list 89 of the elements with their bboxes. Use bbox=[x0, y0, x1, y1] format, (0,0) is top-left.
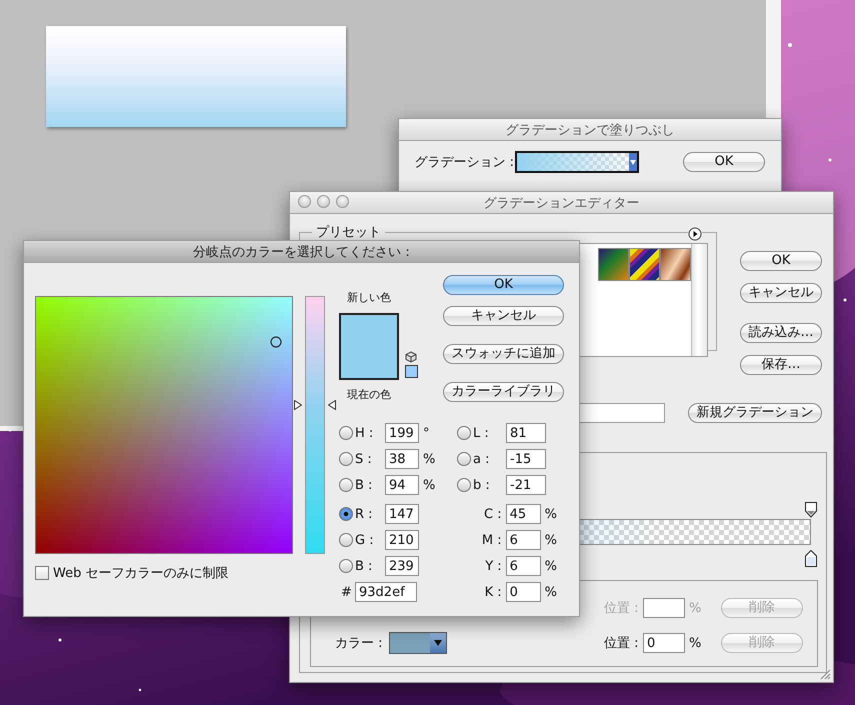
unit-label: % bbox=[423, 452, 436, 466]
group-label: プリセット bbox=[315, 224, 382, 241]
unit-label: % bbox=[423, 478, 436, 492]
channel-label: M : bbox=[480, 532, 503, 548]
channel-label: Y : bbox=[484, 558, 503, 574]
channel-label: H : bbox=[354, 426, 374, 440]
channel-label: G : bbox=[354, 532, 375, 548]
color-field[interactable] bbox=[35, 296, 293, 554]
radio-button[interactable] bbox=[339, 426, 353, 440]
gradient-dropdown[interactable] bbox=[515, 151, 639, 173]
window-title: 分岐点のカラーを選択してください : bbox=[193, 244, 410, 260]
window-button[interactable] bbox=[298, 195, 311, 208]
color-swatch[interactable] bbox=[404, 364, 418, 378]
preset-swatch[interactable] bbox=[598, 248, 629, 281]
checkbox[interactable] bbox=[35, 566, 49, 580]
resize-grip-icon[interactable] bbox=[820, 669, 831, 680]
unit-label: % bbox=[688, 600, 702, 616]
radio-button[interactable] bbox=[339, 452, 353, 466]
radio-button[interactable] bbox=[339, 478, 353, 492]
channel-field[interactable]: 147 bbox=[385, 504, 419, 524]
position-label: 位置 : bbox=[604, 635, 640, 652]
radio-button[interactable] bbox=[457, 478, 471, 492]
channel-field[interactable]: 45 bbox=[506, 504, 541, 524]
color-preview bbox=[339, 312, 399, 380]
dialog-button[interactable]: 保存… bbox=[740, 355, 822, 375]
dialog-button[interactable]: キャンセル bbox=[443, 306, 564, 326]
color-marker-icon[interactable] bbox=[270, 336, 282, 348]
hex-field[interactable]: 93d2ef bbox=[355, 582, 417, 602]
channel-field[interactable]: 239 bbox=[385, 556, 419, 576]
channel-label: B : bbox=[354, 478, 374, 492]
current-color-label: 現在の色 bbox=[346, 387, 392, 402]
window-title: グラデーションエディター bbox=[484, 194, 640, 212]
gradient-label: グラデーション : bbox=[413, 154, 514, 171]
radio-button[interactable] bbox=[339, 533, 353, 547]
channel-field[interactable]: -21 bbox=[506, 475, 546, 495]
unit-label: % bbox=[544, 584, 557, 600]
unit-label: % bbox=[544, 506, 557, 522]
color-stop-icon[interactable] bbox=[804, 550, 818, 567]
slider-thumb[interactable] bbox=[294, 400, 336, 410]
channel-label: C : bbox=[483, 506, 503, 522]
unit-label: % bbox=[688, 636, 702, 650]
position-field[interactable]: 0 bbox=[643, 633, 685, 653]
cube-icon[interactable] bbox=[405, 350, 417, 363]
preset-swatch[interactable] bbox=[660, 248, 691, 281]
channel-label: S : bbox=[354, 452, 373, 466]
dialog-button[interactable]: OK bbox=[683, 152, 765, 172]
color-label: カラー : bbox=[335, 635, 383, 652]
channel-label: L : bbox=[472, 426, 490, 440]
dialog-button[interactable]: OK bbox=[443, 275, 564, 295]
hex-label: # bbox=[340, 584, 353, 600]
dialog-button[interactable]: キャンセル bbox=[740, 283, 822, 303]
dialog-button[interactable]: スウォッチに追加 bbox=[443, 344, 564, 364]
channel-field[interactable]: 81 bbox=[506, 423, 546, 443]
channel-field[interactable]: 6 bbox=[506, 530, 541, 550]
opacity-stop-icon[interactable] bbox=[804, 502, 818, 518]
channel-label: R : bbox=[354, 506, 374, 522]
radio-button[interactable] bbox=[457, 426, 471, 440]
channel-field[interactable]: 38 bbox=[385, 449, 419, 469]
radio-button[interactable] bbox=[339, 507, 353, 521]
channel-field[interactable]: 0 bbox=[506, 582, 541, 602]
channel-field[interactable]: 199 bbox=[385, 423, 419, 443]
new-color-label: 新しい色 bbox=[346, 290, 392, 306]
channel-label: K : bbox=[484, 584, 503, 600]
unit-label: % bbox=[544, 558, 557, 574]
channel-label: B : bbox=[354, 558, 374, 574]
channel-field[interactable]: 210 bbox=[385, 530, 419, 550]
channel-field[interactable]: 6 bbox=[506, 556, 541, 576]
position-label: 位置 : bbox=[604, 600, 640, 617]
preset-swatch[interactable] bbox=[629, 248, 660, 281]
radio-button[interactable] bbox=[339, 559, 353, 573]
dialog-button[interactable]: 読み込み… bbox=[740, 323, 822, 343]
checkbox-label: Web セーフカラーのみに制限 bbox=[53, 565, 228, 582]
channel-label: b : bbox=[472, 478, 491, 492]
scrollbar[interactable] bbox=[691, 244, 707, 356]
window-button[interactable] bbox=[336, 195, 349, 208]
channel-field[interactable]: 94 bbox=[385, 475, 419, 495]
unit-label: % bbox=[544, 532, 557, 548]
dialog-button[interactable]: カラーライブラリ bbox=[443, 382, 564, 402]
menu-arrow-icon[interactable] bbox=[688, 227, 702, 241]
color-dropdown[interactable] bbox=[388, 632, 447, 654]
channel-label: a : bbox=[472, 452, 490, 466]
channel-field[interactable]: -15 bbox=[506, 449, 546, 469]
radio-button[interactable] bbox=[457, 452, 471, 466]
dialog-button[interactable]: OK bbox=[740, 251, 822, 271]
window-title: グラデーションで塗りつぶし bbox=[506, 122, 674, 138]
window-button[interactable] bbox=[317, 195, 330, 208]
new-gradient-button[interactable]: 新規グラデーション bbox=[688, 403, 822, 423]
unit-label: ° bbox=[423, 426, 430, 440]
color-slider[interactable] bbox=[293, 296, 337, 554]
